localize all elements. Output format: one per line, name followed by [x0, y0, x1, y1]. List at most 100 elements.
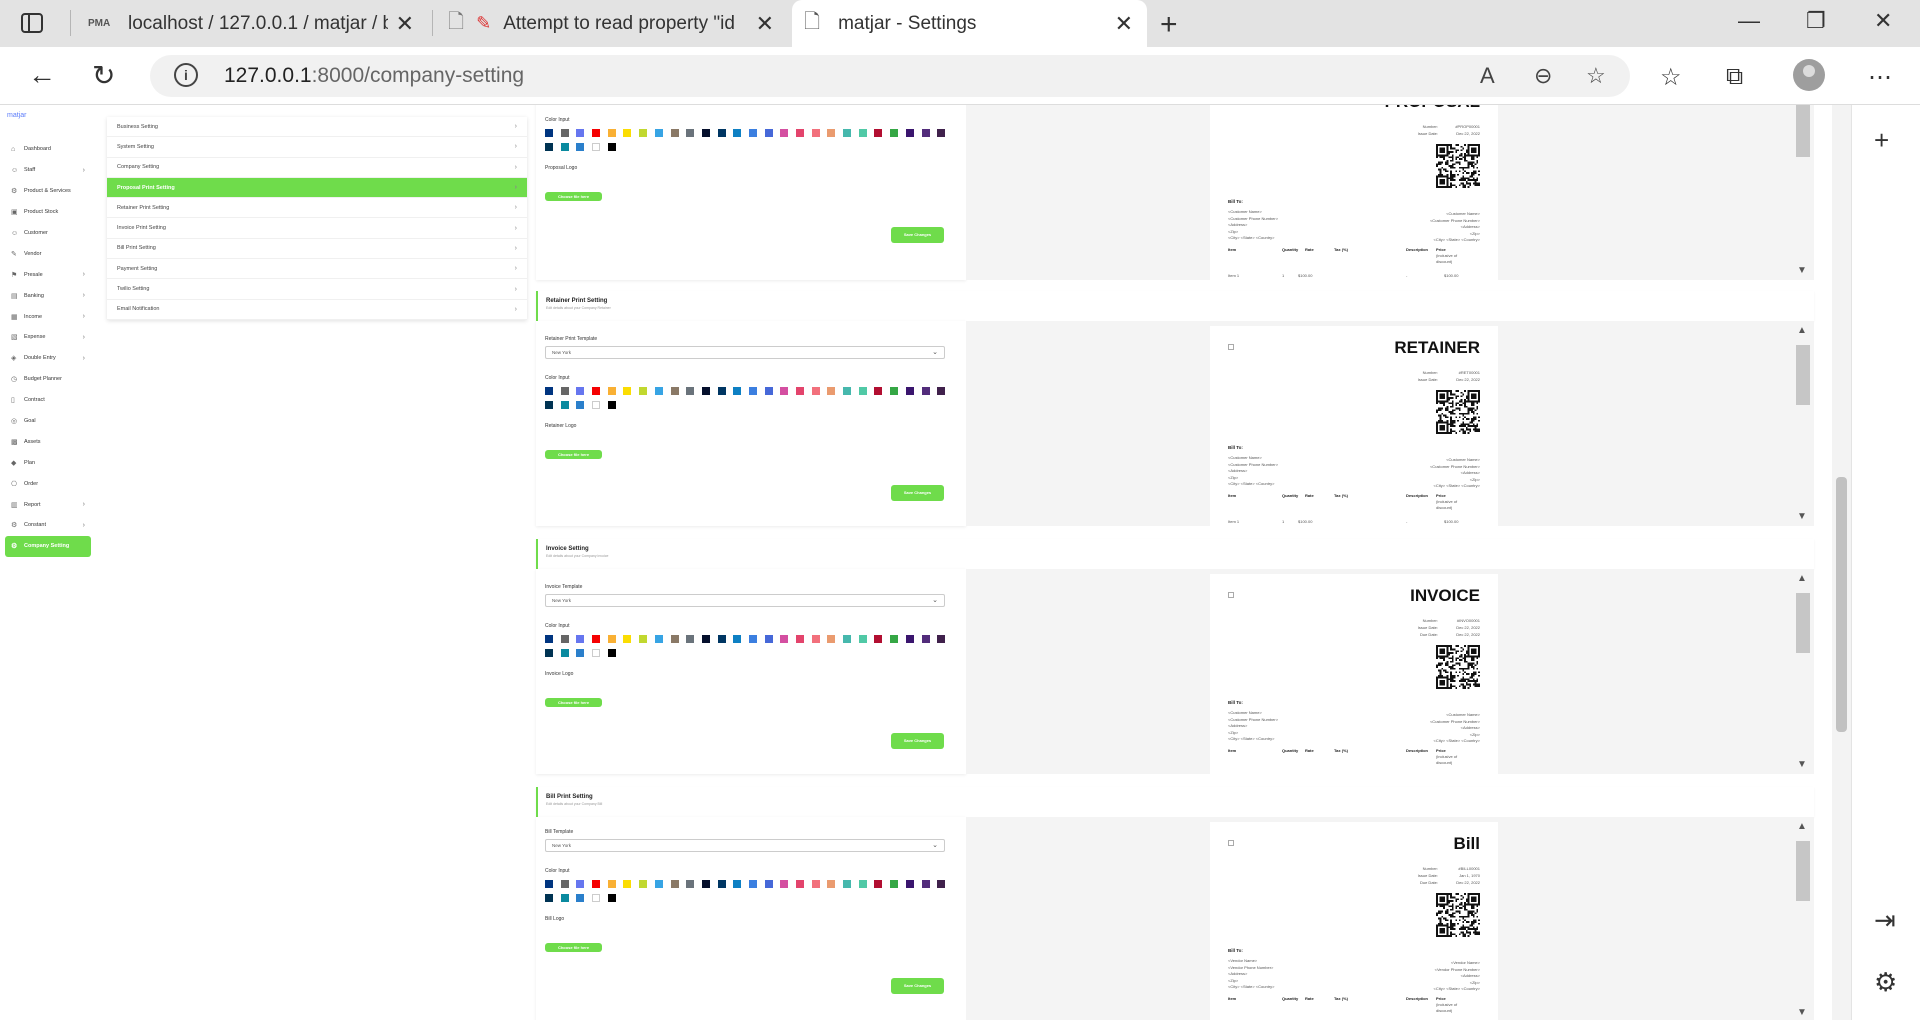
- color-swatch[interactable]: [592, 635, 601, 643]
- color-swatch[interactable]: [780, 129, 789, 137]
- color-swatch[interactable]: [592, 401, 601, 409]
- more-menu-icon[interactable]: ⋯: [1868, 63, 1892, 92]
- color-swatch[interactable]: [748, 635, 757, 643]
- color-swatch[interactable]: [717, 635, 726, 643]
- refresh-icon[interactable]: ↻: [92, 59, 115, 92]
- color-swatch[interactable]: [843, 129, 852, 137]
- color-swatch[interactable]: [827, 129, 836, 137]
- color-swatch[interactable]: [717, 129, 726, 137]
- hide-sidebar-icon[interactable]: ⇥: [1874, 905, 1896, 936]
- color-swatch[interactable]: [921, 635, 930, 643]
- color-swatch[interactable]: [890, 387, 899, 395]
- color-swatch[interactable]: [733, 880, 742, 888]
- settings-menu-item[interactable]: Email Notification ›: [107, 300, 527, 320]
- profile-avatar[interactable]: [1793, 59, 1825, 91]
- read-aloud-icon[interactable]: A: [1480, 63, 1495, 89]
- nav-item-product-services[interactable]: ⚙ Product & Services: [5, 181, 91, 202]
- color-swatch[interactable]: [733, 635, 742, 643]
- save-changes-button[interactable]: Save Changes: [891, 485, 944, 501]
- nav-item-contract[interactable]: ▯ Contract: [5, 390, 91, 411]
- nav-item-goal[interactable]: ◎ Goal: [5, 411, 91, 432]
- color-swatch[interactable]: [701, 880, 710, 888]
- zoom-out-icon[interactable]: ⊖: [1534, 63, 1552, 89]
- color-swatch[interactable]: [827, 880, 836, 888]
- preview-scrollbar[interactable]: ▲▼: [1790, 321, 1814, 526]
- color-swatch[interactable]: [545, 129, 553, 137]
- color-swatch[interactable]: [654, 387, 663, 395]
- color-swatch[interactable]: [592, 894, 601, 902]
- color-swatch[interactable]: [937, 387, 946, 395]
- color-swatch[interactable]: [607, 649, 616, 657]
- scroll-up-icon[interactable]: ▲: [1797, 573, 1807, 584]
- color-swatch[interactable]: [764, 129, 773, 137]
- color-swatch[interactable]: [890, 880, 899, 888]
- color-swatch[interactable]: [670, 635, 679, 643]
- color-swatch[interactable]: [654, 880, 663, 888]
- color-swatch[interactable]: [670, 129, 679, 137]
- tab-error[interactable]: 🗋 ✎ Attempt to read property "id ✕: [448, 0, 788, 47]
- settings-menu-item[interactable]: Proposal Print Setting ›: [107, 177, 527, 199]
- color-swatch[interactable]: [576, 387, 585, 395]
- color-swatch[interactable]: [717, 880, 726, 888]
- color-swatch[interactable]: [905, 387, 914, 395]
- nav-item-company-setting[interactable]: ⚙ Company Setting: [5, 535, 91, 557]
- new-tab-button[interactable]: +: [1160, 8, 1178, 42]
- color-swatch[interactable]: [701, 635, 710, 643]
- page-scrollbar[interactable]: [1832, 105, 1851, 1020]
- color-swatch[interactable]: [576, 143, 585, 151]
- color-swatch[interactable]: [748, 387, 757, 395]
- color-swatch[interactable]: [796, 129, 804, 137]
- preview-scrollbar-thumb[interactable]: [1796, 841, 1810, 901]
- color-swatch[interactable]: [560, 894, 569, 902]
- color-swatch[interactable]: [827, 387, 836, 395]
- back-icon[interactable]: ←: [28, 59, 56, 91]
- settings-menu-item[interactable]: Payment Setting ›: [107, 259, 527, 280]
- color-swatch[interactable]: [764, 387, 773, 395]
- save-changes-button[interactable]: Save Changes: [891, 733, 944, 749]
- color-swatch[interactable]: [764, 880, 773, 888]
- color-swatch[interactable]: [780, 635, 789, 643]
- color-swatch[interactable]: [545, 387, 553, 395]
- color-swatch[interactable]: [811, 880, 820, 888]
- scroll-down-icon[interactable]: ▼: [1797, 265, 1807, 276]
- close-icon[interactable]: ✕: [756, 11, 774, 37]
- page-scrollbar-thumb[interactable]: [1836, 477, 1847, 732]
- color-swatch[interactable]: [576, 649, 585, 657]
- color-swatch[interactable]: [937, 635, 946, 643]
- nav-item-banking[interactable]: ▤ Banking ›: [5, 285, 91, 306]
- app-logo[interactable]: matjar: [7, 112, 26, 119]
- color-swatch[interactable]: [827, 635, 836, 643]
- color-swatch[interactable]: [623, 635, 632, 643]
- template-select[interactable]: New York ⌄: [545, 594, 945, 607]
- color-swatch[interactable]: [654, 635, 663, 643]
- save-changes-button[interactable]: Save Changes: [891, 227, 944, 243]
- color-swatch[interactable]: [607, 387, 616, 395]
- color-swatch[interactable]: [686, 635, 695, 643]
- save-changes-button[interactable]: Save Changes: [891, 978, 944, 994]
- color-swatch[interactable]: [639, 635, 648, 643]
- color-swatch[interactable]: [607, 880, 616, 888]
- restore-icon[interactable]: ❐: [1806, 8, 1826, 34]
- color-swatch[interactable]: [701, 129, 710, 137]
- color-swatch[interactable]: [858, 635, 867, 643]
- color-swatch[interactable]: [686, 129, 695, 137]
- color-swatch[interactable]: [545, 880, 553, 888]
- nav-item-assets[interactable]: ▩ Assets: [5, 431, 91, 452]
- color-swatch[interactable]: [576, 880, 585, 888]
- color-swatch[interactable]: [560, 401, 569, 409]
- close-icon[interactable]: ✕: [1115, 11, 1133, 37]
- color-swatch[interactable]: [607, 635, 616, 643]
- color-swatch[interactable]: [874, 880, 883, 888]
- color-swatch[interactable]: [796, 635, 804, 643]
- tab-settings-active[interactable]: 🗋 matjar - Settings ✕: [792, 0, 1147, 47]
- color-swatch[interactable]: [592, 649, 601, 657]
- add-panel-icon[interactable]: +: [1874, 125, 1889, 156]
- color-swatch[interactable]: [921, 129, 930, 137]
- color-swatch[interactable]: [670, 387, 679, 395]
- color-swatch[interactable]: [576, 129, 585, 137]
- color-swatch[interactable]: [623, 880, 632, 888]
- settings-menu-item[interactable]: Twilio Setting ›: [107, 279, 527, 300]
- color-swatch[interactable]: [717, 387, 726, 395]
- preview-scrollbar[interactable]: ▲▼: [1790, 569, 1814, 774]
- nav-item-budget-planner[interactable]: ◷ Budget Planner: [5, 369, 91, 390]
